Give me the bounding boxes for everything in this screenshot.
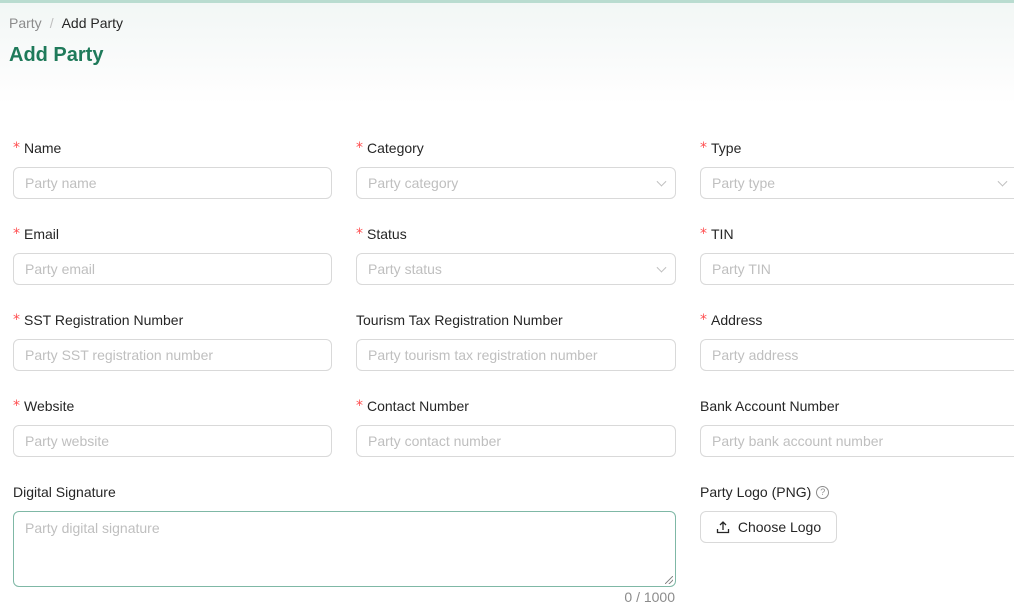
resize-handle-icon[interactable] [665, 576, 673, 584]
chevron-down-icon [997, 176, 1008, 187]
address-input[interactable]: Party address [700, 339, 1014, 371]
character-count: 0 / 1000 [624, 589, 675, 605]
name-input[interactable]: Party name [13, 167, 332, 199]
required-mark: * [700, 312, 707, 328]
required-mark: * [13, 140, 20, 156]
required-mark: * [356, 226, 363, 242]
sst-label: * SST Registration Number [13, 312, 184, 328]
page-header: Party / Add Party Add Party [0, 0, 1014, 104]
sst-input[interactable]: Party SST registration number [13, 339, 332, 371]
status-select[interactable]: Party status [356, 253, 676, 285]
tourism-tax-label: Tourism Tax Registration Number [356, 312, 563, 328]
website-label: * Website [13, 398, 75, 414]
bank-account-label: Bank Account Number [700, 398, 840, 414]
breadcrumb-separator: / [49, 15, 54, 31]
contact-number-input[interactable]: Party contact number [356, 425, 676, 457]
digital-signature-textarea[interactable]: Party digital signature [13, 511, 676, 587]
type-select[interactable]: Party type [700, 167, 1014, 199]
choose-logo-button[interactable]: Choose Logo [700, 511, 837, 543]
question-circle-icon[interactable]: ? [816, 485, 830, 499]
website-input[interactable]: Party website [13, 425, 332, 457]
breadcrumb: Party / Add Party [9, 15, 123, 31]
category-label: * Category [356, 140, 424, 156]
name-label: * Name [13, 140, 62, 156]
required-mark: * [356, 398, 363, 414]
status-label: * Status [356, 226, 407, 242]
category-select[interactable]: Party category [356, 167, 676, 199]
tin-label: * TIN [700, 226, 734, 242]
type-label: * Type [700, 140, 742, 156]
email-input[interactable]: Party email [13, 253, 332, 285]
party-logo-label: Party Logo (PNG) ? [700, 484, 830, 500]
required-mark: * [700, 226, 707, 242]
chevron-down-icon [656, 262, 667, 273]
digital-signature-label: Digital Signature [13, 484, 116, 500]
upload-icon [716, 520, 730, 534]
tin-input[interactable]: Party TIN [700, 253, 1014, 285]
choose-logo-label: Choose Logo [737, 519, 822, 535]
breadcrumb-current: Add Party [61, 15, 124, 31]
required-mark: * [13, 312, 20, 328]
bank-account-input[interactable]: Party bank account number [700, 425, 1014, 457]
contact-number-label: * Contact Number [356, 398, 469, 414]
required-mark: * [356, 140, 363, 156]
tourism-tax-input[interactable]: Party tourism tax registration number [356, 339, 676, 371]
chevron-down-icon [656, 176, 667, 187]
required-mark: * [13, 226, 20, 242]
email-label: * Email [13, 226, 60, 242]
page-title: Add Party [9, 44, 104, 66]
required-mark: * [13, 398, 20, 414]
digital-signature-placeholder: Party digital signature [25, 520, 160, 536]
address-label: * Address [700, 312, 763, 328]
required-mark: * [700, 140, 707, 156]
breadcrumb-party[interactable]: Party [9, 15, 42, 31]
